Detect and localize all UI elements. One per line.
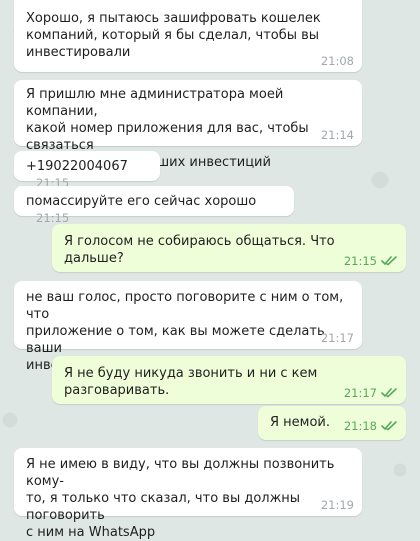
message-meta: 21:17 [344, 386, 398, 400]
message-incoming[interactable]: +1902200406721:15 [14, 151, 160, 190]
message-time: 21:19 [320, 498, 354, 512]
message-incoming[interactable]: Я пришлю мне администратора моей компани… [14, 80, 362, 170]
message-outgoing[interactable]: Я голосом не собираюсь общаться. Что дал… [52, 224, 406, 272]
message-time: 21:17 [320, 331, 354, 345]
message-text: Хорошо, я пытаюсь зашифровать кошелек ко… [26, 11, 321, 60]
message-incoming[interactable]: Хорошо, я пытаюсь зашифровать кошелек ко… [14, 0, 362, 72]
chat-history: Хорошо, я пытаюсь зашифровать кошелек ко… [0, 0, 420, 540]
message-text: помассируйте его сейчас хорошо [26, 194, 257, 209]
message-time: 21:15 [343, 254, 377, 268]
message-meta: 21:15 [344, 254, 398, 268]
message-incoming[interactable]: Я не имею в виду, что вы должны позвонит… [14, 448, 362, 540]
message-incoming[interactable]: не ваш голос, просто поговорите с ним о … [14, 281, 362, 373]
message-time: 21:14 [320, 128, 354, 142]
message-meta: 21:18 [344, 419, 398, 433]
message-text: Я не имею в виду, что вы должны позвонит… [26, 457, 335, 540]
message-time: 21:17 [343, 386, 377, 400]
message-text: Я немой. [270, 415, 331, 430]
message-time: 21:18 [343, 419, 377, 433]
message-text: +19022004067 [26, 159, 128, 174]
message-outgoing[interactable]: Я немой. 21:18 [258, 406, 406, 440]
message-outgoing[interactable]: Я не буду никуда звонить и ни с кем разг… [52, 356, 406, 404]
message-incoming[interactable]: помассируйте его сейчас хорошо21:15 [14, 186, 294, 225]
double-check-icon [381, 420, 398, 431]
message-time: 21:08 [320, 54, 354, 68]
double-check-icon [381, 255, 398, 266]
double-check-icon [381, 387, 398, 398]
